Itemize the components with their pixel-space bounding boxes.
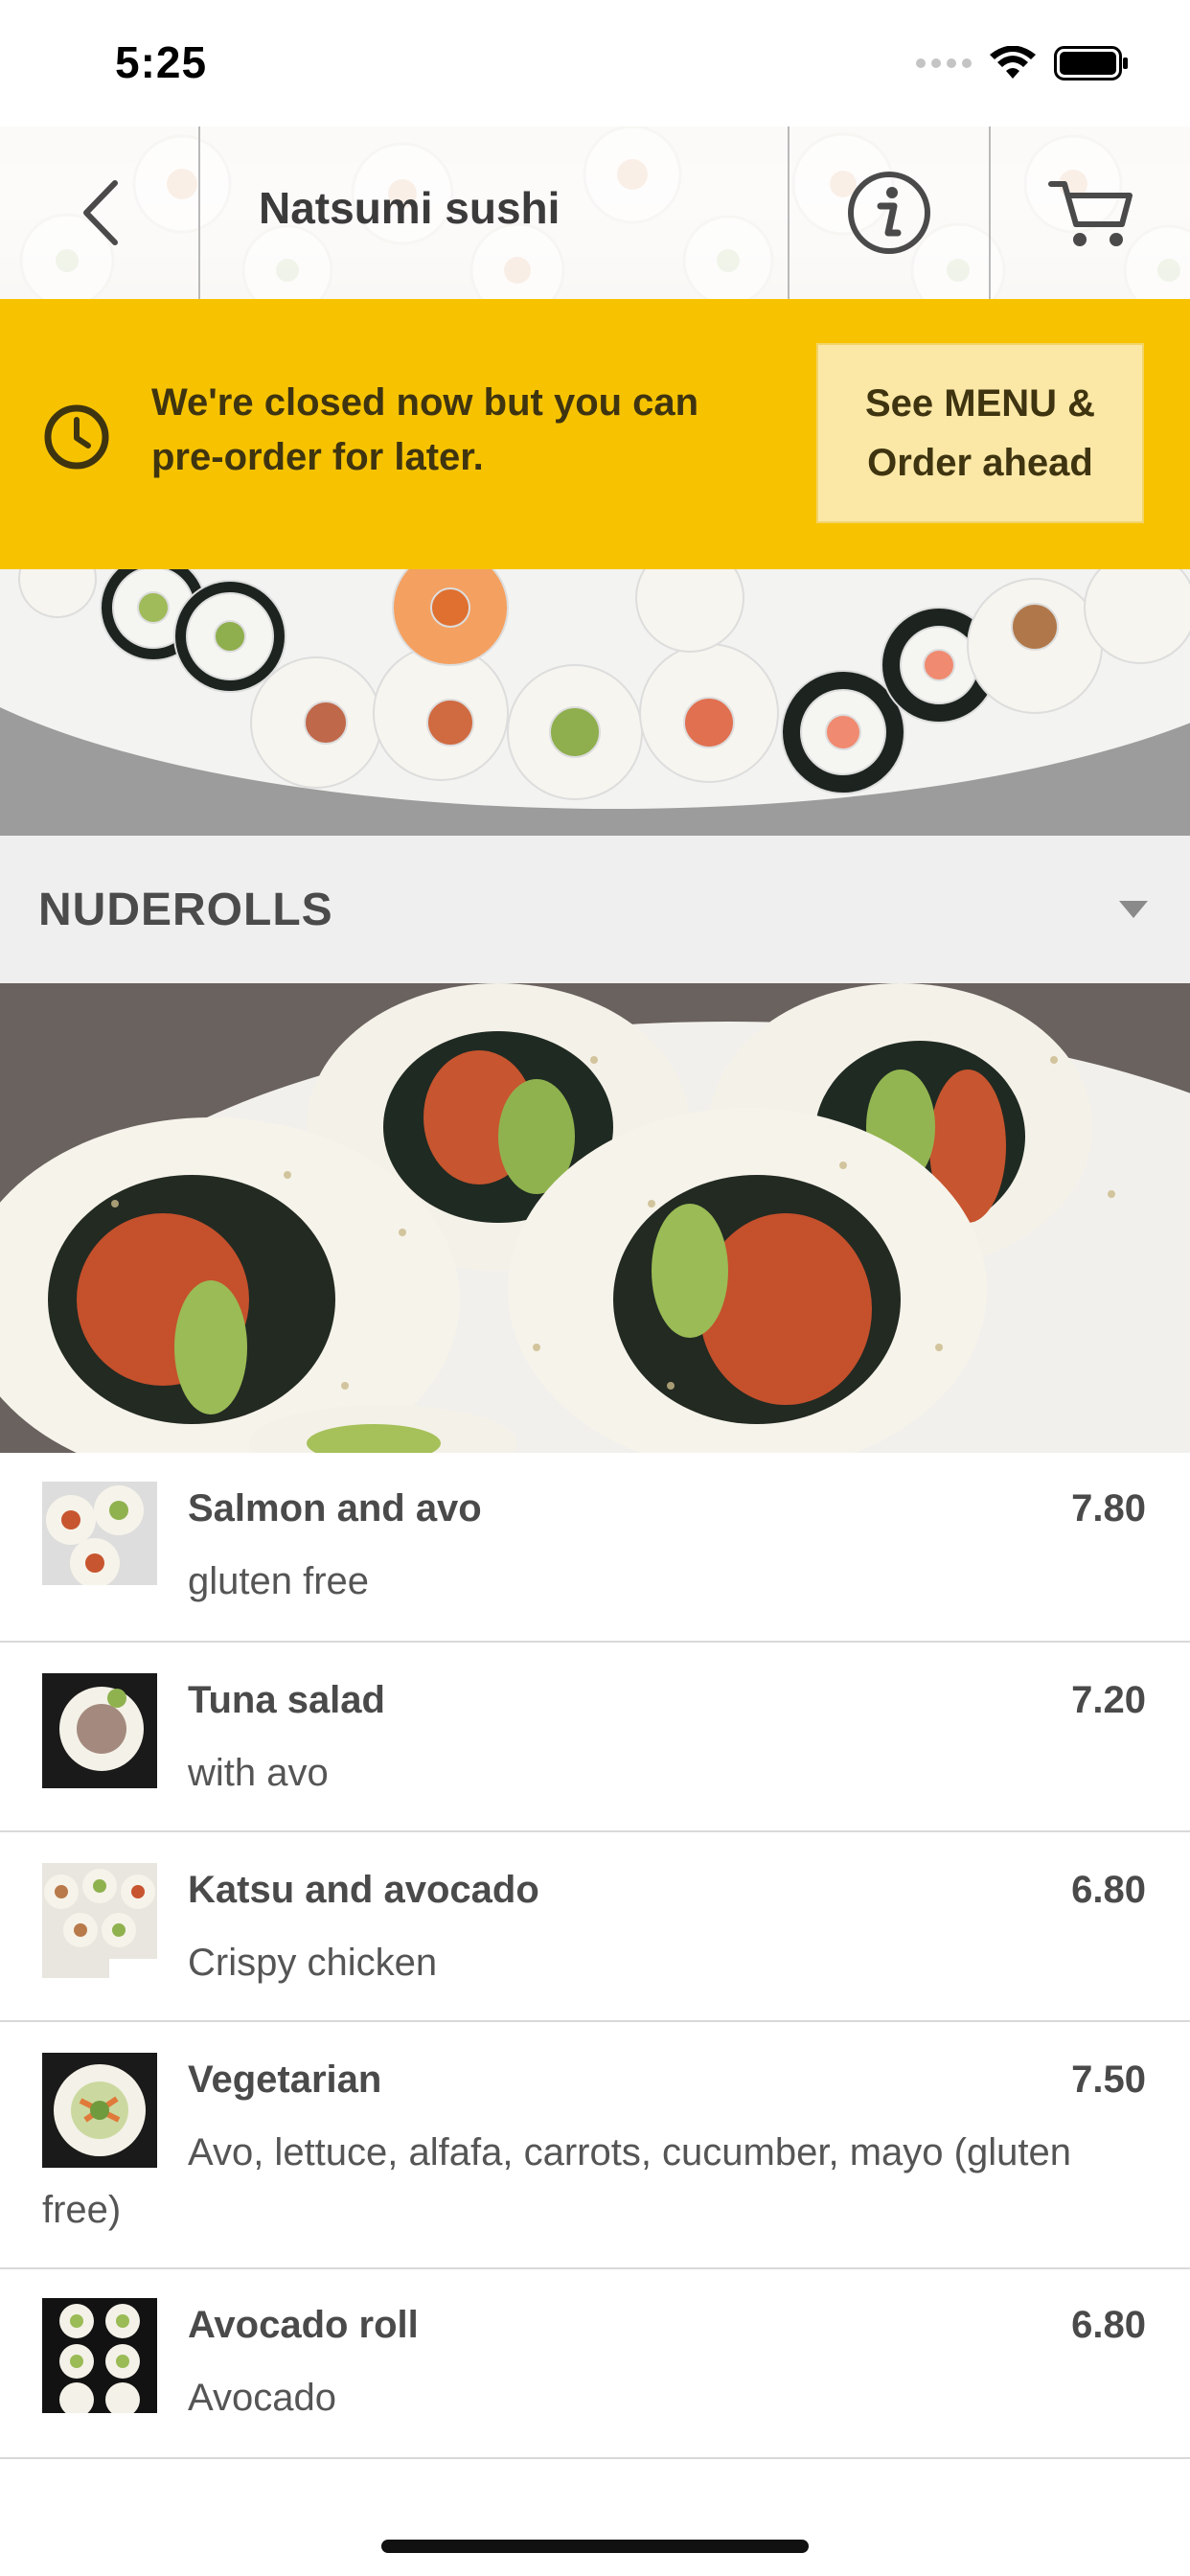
menu-item-description: Crispy chicken	[188, 1942, 438, 1984]
menu-item-name: Salmon and avo	[188, 1487, 482, 1530]
order-button-label-line1: See MENU &	[864, 382, 1096, 425]
category-photo	[0, 983, 1190, 1453]
header-divider	[198, 126, 200, 299]
menu-item-price: 6.80	[1071, 2304, 1146, 2346]
caret-down-icon	[1119, 901, 1148, 918]
info-button[interactable]	[790, 126, 989, 299]
restaurant-header: Natsumi sushi	[0, 126, 1190, 300]
menu-item[interactable]: Vegetarian 7.50 Avo, lettuce, alfafa, ca…	[0, 2022, 1190, 2269]
order-button-label-line2: Order ahead	[867, 442, 1093, 484]
cellular-signal-icon	[916, 58, 972, 68]
menu-item[interactable]: Tuna salad 7.20 with avo	[0, 1643, 1190, 1832]
menu-item-description: Avo, lettuce, alfafa, carrots, cucumber,…	[42, 2131, 1071, 2231]
restaurant-hero-image	[0, 569, 1190, 836]
menu-item-name: Katsu and avocado	[188, 1869, 539, 1911]
menu-item-description: Avocado	[188, 2377, 336, 2419]
menu-item-name: Vegetarian	[188, 2058, 382, 2101]
back-button[interactable]	[0, 126, 199, 299]
restaurant-name: Natsumi sushi	[259, 183, 561, 233]
battery-icon	[1054, 46, 1128, 80]
cart-icon	[1048, 181, 1133, 246]
category-title: NUDEROLLS	[38, 885, 333, 935]
status-indicators	[916, 46, 1129, 80]
menu-item-name: Tuna salad	[188, 1679, 385, 1721]
back-chevron-icon	[83, 180, 118, 245]
menu-item-description: gluten free	[188, 1560, 370, 1602]
menu-item-price: 7.50	[1071, 2058, 1146, 2101]
closed-message: We're closed now but you can pre-order f…	[151, 381, 699, 478]
status-bar: 5:25	[0, 0, 1190, 126]
menu-item[interactable]: Salmon and avo 7.80 gluten free	[0, 1453, 1190, 1643]
menu-item-list: Salmon and avo 7.80 gluten free Tuna sal…	[0, 1453, 1190, 2459]
see-menu-order-ahead-button[interactable]: See MENU & Order ahead	[816, 343, 1144, 523]
menu-item-description: with avo	[188, 1752, 329, 1794]
wifi-icon	[990, 46, 1036, 79]
info-icon	[848, 172, 930, 254]
clock-icon	[44, 404, 109, 470]
menu-item-price: 7.80	[1071, 1487, 1146, 1530]
menu-item-price: 6.80	[1071, 1869, 1146, 1911]
menu-item-price: 7.20	[1071, 1679, 1146, 1721]
home-indicator[interactable]	[381, 2540, 809, 2553]
menu-item-name: Avocado roll	[188, 2304, 419, 2346]
menu-item[interactable]: Avocado roll 6.80 Avocado	[0, 2269, 1190, 2459]
cart-button[interactable]	[991, 126, 1190, 299]
category-header-nuderolls[interactable]: NUDEROLLS	[0, 836, 1190, 983]
status-time: 5:25	[115, 37, 208, 87]
menu-item[interactable]: Katsu and avocado 6.80 Crispy chicken	[0, 1832, 1190, 2022]
